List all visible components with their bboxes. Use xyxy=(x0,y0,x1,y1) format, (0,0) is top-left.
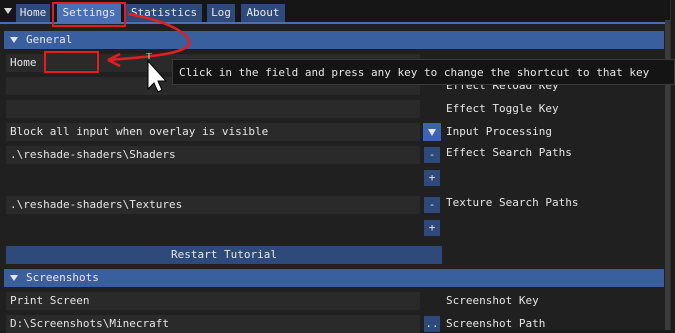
annotation-arrows xyxy=(107,12,191,68)
mouse-cursor-icon xyxy=(146,53,168,93)
